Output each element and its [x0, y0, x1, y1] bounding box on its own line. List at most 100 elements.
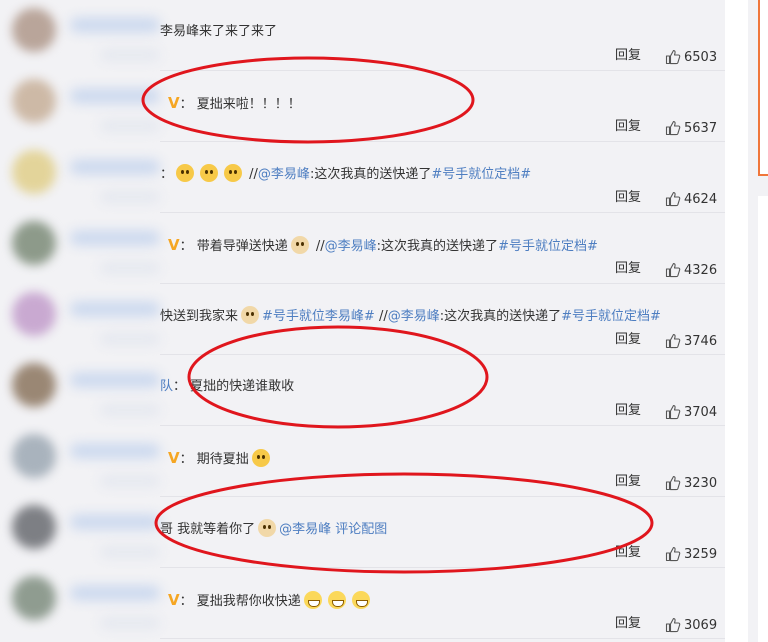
thumbs-up-icon [665, 191, 681, 207]
comment-link[interactable]: 队 [160, 379, 173, 394]
avatar[interactable] [12, 434, 56, 478]
comment-text-segment: :这次我真的送快递了 [376, 239, 499, 254]
avatar[interactable] [12, 221, 56, 265]
comment-link[interactable]: 评论配图 [331, 522, 387, 537]
scared-face-emoji [200, 164, 219, 182]
meta-blurred [100, 547, 160, 557]
thumbs-up-icon [665, 546, 681, 562]
comment-row: ： //@李易峰:这次我真的送快递了#号手就位定档# 回复 4624 [0, 142, 725, 213]
comment-text-segment: // [374, 309, 388, 324]
like-count: 3069 [684, 617, 718, 633]
like-button[interactable]: 5637 [665, 120, 717, 136]
reply-button[interactable]: 回复 [615, 257, 641, 276]
avatar[interactable] [12, 8, 56, 52]
like-count: 5637 [684, 120, 718, 136]
divider [160, 638, 725, 639]
grin-emoji [303, 591, 322, 609]
thumbs-up-icon [665, 475, 681, 491]
comment-text: 哥 我就等着你了 @李易峰 评论配图 [160, 519, 387, 539]
avatar[interactable] [12, 576, 56, 620]
comment-link[interactable]: @李易峰 [325, 239, 377, 254]
comment-row: 快送到我家来 #号手就位李易峰# //@李易峰:这次我真的送快递了#号手就位定档#… [0, 284, 725, 355]
reply-button[interactable]: 回复 [615, 328, 641, 347]
verified-badge-icon: V [168, 94, 180, 112]
comment-link[interactable]: @李易峰 [279, 522, 331, 537]
reply-button[interactable]: 回复 [615, 44, 641, 63]
comment-row: V： 夏拙我帮你收快递 回复 3069 [0, 568, 725, 639]
scared-face-emoji [224, 164, 243, 182]
comment-text: 李易峰来了来了来了 [160, 22, 277, 42]
like-button[interactable]: 4326 [665, 262, 717, 278]
like-button[interactable]: 3069 [665, 617, 717, 633]
like-button[interactable]: 3230 [665, 475, 717, 491]
reply-button[interactable]: 回复 [615, 541, 641, 560]
comment-row: 李易峰来了来了来了回复 6503 [0, 0, 725, 71]
like-count: 4624 [684, 191, 718, 207]
comment-link[interactable]: #号手就位定档# [431, 167, 531, 182]
like-button[interactable]: 3259 [665, 546, 717, 562]
username-blurred[interactable] [70, 515, 160, 529]
comment-row: 队： 夏拙的快递谁敢收回复 3704 [0, 355, 725, 426]
meta-blurred [100, 121, 160, 131]
like-count: 3259 [684, 546, 718, 562]
comment-text-segment: 快送到我家来 [160, 309, 239, 324]
avatar[interactable] [12, 79, 56, 123]
username-blurred[interactable] [70, 302, 160, 316]
comment-text-segment: // [311, 239, 325, 254]
username-blurred[interactable] [70, 444, 160, 458]
comment-link[interactable]: #号手就位定档# [561, 309, 661, 324]
comment-row: V： 期待夏拙 回复 3230 [0, 426, 725, 497]
comment-text: 队： 夏拙的快递谁敢收 [160, 377, 294, 397]
thumbs-up-icon [665, 617, 681, 633]
comment-feed: 李易峰来了来了来了 回复 6503 V： 夏拙来啦！！！！ 回复 5637： //@李易峰… [0, 0, 725, 642]
avatar[interactable] [12, 292, 56, 336]
username-blurred[interactable] [70, 231, 160, 245]
grin-emoji [327, 591, 346, 609]
username-blurred[interactable] [70, 373, 160, 387]
reply-button[interactable]: 回复 [615, 399, 641, 418]
meta-blurred [100, 618, 160, 628]
like-button[interactable]: 6503 [665, 49, 717, 65]
username-blurred[interactable] [70, 89, 160, 103]
reply-button[interactable]: 回复 [615, 470, 641, 489]
scared-face-emoji [176, 164, 195, 182]
like-button[interactable]: 3746 [665, 333, 717, 349]
comment-link[interactable]: @李易峰 [258, 167, 310, 182]
like-count: 3746 [684, 333, 718, 349]
like-count: 4326 [684, 262, 718, 278]
meta-blurred [100, 192, 160, 202]
reply-button[interactable]: 回复 [615, 612, 641, 631]
avatar[interactable] [12, 505, 56, 549]
reply-button[interactable]: 回复 [615, 186, 641, 205]
comment-text-segment: ： 带着导弹送快递 [179, 239, 288, 254]
comment-text-segment: ： 夏拙来啦！！！！ [179, 97, 301, 112]
comment-row: 哥 我就等着你了 @李易峰 评论配图回复 3259 [0, 497, 725, 568]
comment-link[interactable]: #号手就位定档# [498, 239, 598, 254]
comment-text: V： 带着导弹送快递 //@李易峰:这次我真的送快递了#号手就位定档# [164, 235, 598, 255]
like-button[interactable]: 3704 [665, 404, 717, 420]
username-blurred[interactable] [70, 586, 160, 600]
right-sidebar-card-lower [758, 196, 768, 642]
like-button[interactable]: 4624 [665, 191, 717, 207]
comment-text-segment: ： 期待夏拙 [179, 452, 249, 467]
comment-text: ： //@李易峰:这次我真的送快递了#号手就位定档# [160, 164, 531, 184]
comment-row: V： 夏拙来啦！！！！ 回复 5637 [0, 71, 725, 142]
thumbs-up-icon [665, 49, 681, 65]
thumbs-up-icon [665, 333, 681, 349]
like-count: 3230 [684, 475, 718, 491]
reply-button[interactable]: 回复 [615, 115, 641, 134]
screenshot-stage: 李易峰来了来了来了 回复 6503 V： 夏拙来啦！！！！ 回复 5637： //@李易峰… [0, 0, 768, 642]
right-sidebar-card [758, 0, 768, 176]
avatar[interactable] [12, 363, 56, 407]
avatar[interactable] [12, 150, 56, 194]
thumbs-up-icon [665, 262, 681, 278]
meta-blurred [100, 263, 160, 273]
username-blurred[interactable] [70, 160, 160, 174]
comment-text-segment: ： 夏拙的快递谁敢收 [173, 379, 295, 394]
comment-text-segment: ： [160, 167, 174, 182]
username-blurred[interactable] [70, 18, 160, 32]
comment-link[interactable]: #号手就位李易峰# [262, 309, 375, 324]
dog-emoji [258, 519, 277, 537]
comment-link[interactable]: @李易峰 [388, 309, 440, 324]
dog-emoji [290, 236, 309, 254]
